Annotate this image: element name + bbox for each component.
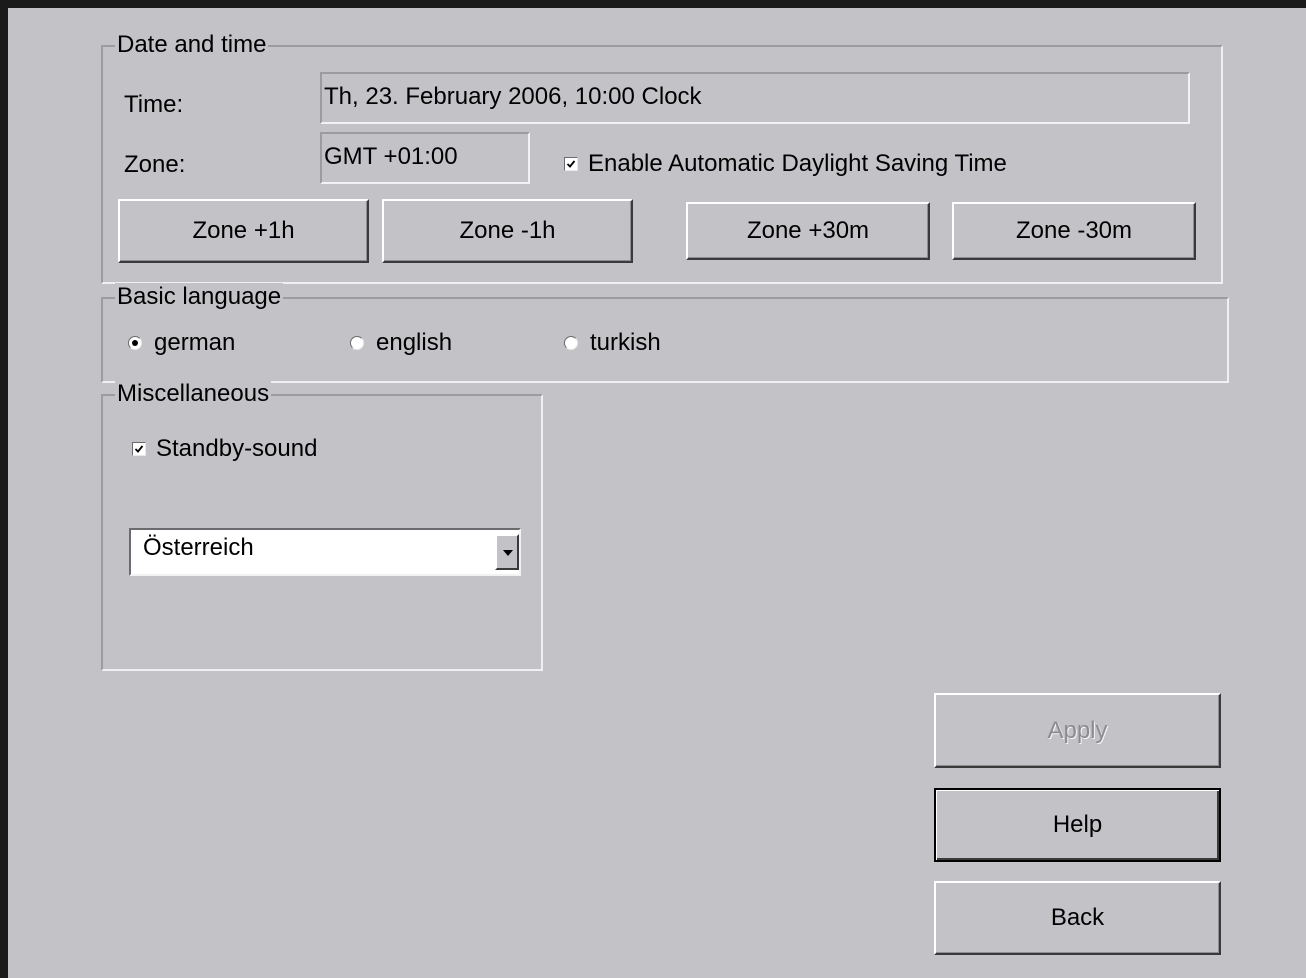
back-button[interactable]: Back [934,881,1221,955]
country-select-dropdown-button[interactable] [495,534,519,570]
country-select[interactable]: Österreich [129,528,521,576]
miscellaneous-group-title: Miscellaneous [115,380,272,408]
dst-checkbox-label: Enable Automatic Daylight Saving Time [588,150,1007,177]
apply-button-label: Apply [1047,717,1108,744]
zone-minus-1h-label: Zone -1h [459,217,556,244]
dst-checkbox-box[interactable] [564,157,578,171]
country-select-value: Österreich [143,534,254,561]
help-button-label: Help [1052,811,1103,838]
language-radio-german[interactable]: german [128,326,235,360]
zone-minus-30m-label: Zone -30m [1015,217,1133,244]
language-radio-english[interactable]: english [350,326,452,360]
language-radio-english-label: english [376,329,453,356]
dst-checkbox[interactable]: Enable Automatic Daylight Saving Time [564,147,1007,181]
chevron-down-icon [503,550,513,556]
standby-sound-label: Standby-sound [156,435,318,462]
radio-selected-dot [132,340,138,346]
zone-plus-1h-label: Zone +1h [192,217,295,244]
zone-minus-30m-button[interactable]: Zone -30m [952,202,1196,260]
language-radio-english-button[interactable] [350,336,364,350]
help-button[interactable]: Help [934,788,1221,862]
basic-language-group-title: Basic language [115,283,284,311]
time-label: Time: [124,91,184,118]
zone-label: Zone: [124,151,186,178]
time-field: Th, 23. February 2006, 10:00 Clock [320,72,1190,124]
standby-sound-checkbox-box[interactable] [132,442,146,456]
settings-window: Date and time Time: Th, 23. February 200… [0,0,1306,978]
zone-minus-1h-button[interactable]: Zone -1h [382,199,633,263]
zone-plus-30m-button[interactable]: Zone +30m [686,202,930,260]
apply-button[interactable]: Apply [934,693,1221,768]
zone-plus-30m-label: Zone +30m [746,217,870,244]
language-radio-german-label: german [154,329,236,356]
zone-plus-1h-button[interactable]: Zone +1h [118,199,369,263]
back-button-label: Back [1050,904,1105,931]
checkmark-icon [134,445,144,453]
zone-field: GMT +01:00 [320,132,530,184]
language-radio-german-button[interactable] [128,336,142,350]
language-radio-turkish-label: turkish [590,329,661,356]
language-radio-turkish-button[interactable] [564,336,578,350]
language-radio-turkish[interactable]: turkish [564,326,661,360]
standby-sound-checkbox[interactable]: Standby-sound [132,432,317,466]
basic-language-group: Basic language [101,283,1229,383]
checkmark-icon [566,160,576,168]
date-time-group-title: Date and time [115,31,269,59]
